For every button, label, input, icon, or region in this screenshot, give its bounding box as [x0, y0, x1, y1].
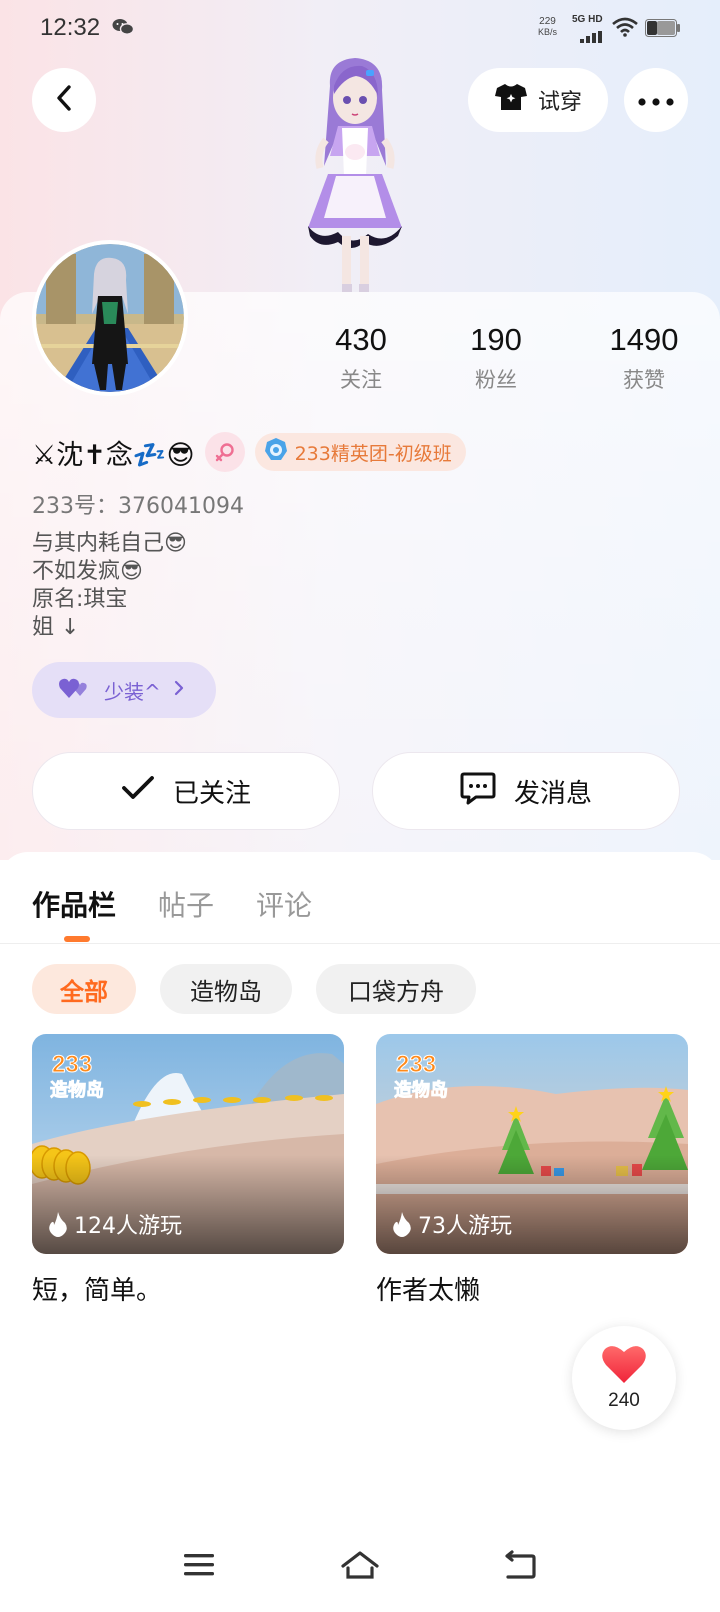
chat-bubble-icon	[460, 771, 496, 812]
avatar[interactable]	[32, 240, 188, 396]
network-label: 5G HD	[572, 14, 603, 25]
status-time: 12:32	[40, 14, 101, 41]
work-thumbnail: 233 造物岛 124人游玩	[32, 1034, 344, 1254]
nickname: ⚔沈✝念💤😎	[32, 439, 195, 471]
message-label: 发消息	[513, 778, 592, 809]
work-title: 作者太懒	[376, 1276, 481, 1306]
wechat-icon	[112, 18, 135, 40]
back-nav-icon[interactable]	[502, 1550, 538, 1586]
play-count: 73人游玩	[392, 1208, 512, 1240]
net-speed: 229 KB/s	[538, 16, 557, 38]
play-count-label: 73人游玩	[418, 1214, 512, 1239]
work-logo-top: 233	[52, 1051, 92, 1078]
filter-chip-island[interactable]: 造物岛	[160, 964, 292, 1014]
stat-fans-value: 190	[470, 322, 522, 357]
filter-chip-ark[interactable]: 口袋方舟	[316, 964, 476, 1014]
tab-works[interactable]: 作品栏	[32, 884, 116, 924]
divider	[0, 943, 720, 944]
female-icon	[204, 432, 245, 472]
hearts-icon	[58, 676, 92, 705]
stat-following[interactable]: 430 关注	[306, 322, 416, 394]
bio-line: 不如发疯😎	[32, 559, 143, 584]
more-icon	[638, 91, 674, 110]
flame-icon	[48, 1211, 68, 1237]
name-row: ⚔沈✝念💤😎 233精英团-初级班	[32, 430, 466, 474]
net-speed-unit: KB/s	[538, 27, 558, 37]
heart-icon	[601, 1344, 647, 1388]
stat-following-label: 关注	[340, 368, 382, 392]
like-button[interactable]: 240	[572, 1326, 676, 1430]
home-icon[interactable]	[340, 1550, 380, 1586]
tab-posts[interactable]: 帖子	[158, 884, 214, 924]
status-bar: 12:32 229 KB/s 5G HD	[0, 0, 720, 56]
system-nav-bar	[0, 1540, 720, 1600]
like-count: 240	[608, 1390, 640, 1411]
work-logo-top: 233	[396, 1051, 436, 1078]
stat-likes-value: 1490	[609, 322, 679, 357]
team-badge-icon	[263, 437, 289, 468]
bio-line: 与其内耗自己😎	[32, 531, 187, 556]
stat-likes[interactable]: 1490 获赞	[589, 322, 699, 394]
chevron-right-icon	[173, 678, 185, 702]
play-count: 124人游玩	[48, 1208, 182, 1240]
wifi-icon	[612, 17, 638, 41]
follow-label: 已关注	[172, 778, 251, 809]
work-logo-bottom: 造物岛	[394, 1079, 448, 1101]
try-on-label: 试穿	[537, 90, 582, 115]
work-logo-bottom: 造物岛	[50, 1079, 104, 1101]
signal-icon	[580, 28, 606, 47]
team-badge[interactable]: 233精英团-初级班	[254, 433, 466, 471]
work-thumbnail: 233 造物岛 73人游玩	[376, 1034, 688, 1254]
bio-line: 姐 ↓	[32, 615, 80, 640]
play-count-label: 124人游玩	[74, 1214, 182, 1239]
follow-button[interactable]: 已关注	[32, 752, 340, 830]
bio-line: 原名:琪宝	[32, 587, 128, 612]
battery-icon	[645, 19, 681, 41]
shirt-icon	[494, 82, 528, 118]
tab-bar: 作品栏 帖子 评论	[32, 884, 312, 924]
bio: 与其内耗自己😎 不如发疯😎 原名:琪宝 姐 ↓	[32, 530, 187, 642]
try-on-button[interactable]: 试穿	[468, 68, 608, 132]
more-button[interactable]	[624, 68, 688, 132]
stat-fans-label: 粉丝	[475, 368, 517, 392]
tag-pill[interactable]: 少装^	[32, 662, 216, 718]
team-badge-label: 233精英团-初级班	[294, 442, 452, 465]
message-button[interactable]: 发消息	[372, 752, 680, 830]
chevron-left-icon	[53, 84, 75, 116]
check-icon	[121, 775, 155, 808]
menu-icon[interactable]	[182, 1550, 218, 1584]
work-card[interactable]: 233 造物岛 73人游玩 作者太懒	[376, 1034, 688, 1307]
tab-comments[interactable]: 评论	[256, 884, 312, 924]
user-id: 233号：376041094	[32, 494, 244, 519]
stat-likes-label: 获赞	[623, 368, 665, 392]
work-card[interactable]: 233 造物岛 124人游玩 短，简单。	[32, 1034, 344, 1307]
filter-chip-all[interactable]: 全部	[32, 964, 136, 1014]
tag-label: 少装^	[104, 679, 161, 704]
stat-fans[interactable]: 190 粉丝	[441, 322, 551, 394]
net-speed-value: 229	[539, 16, 556, 27]
back-button[interactable]	[32, 68, 96, 132]
work-title: 短，简单。	[32, 1276, 163, 1306]
flame-icon	[392, 1211, 412, 1237]
tab-indicator	[64, 936, 90, 942]
stat-following-value: 430	[335, 322, 387, 357]
avatar-3d-figure[interactable]	[290, 56, 420, 300]
